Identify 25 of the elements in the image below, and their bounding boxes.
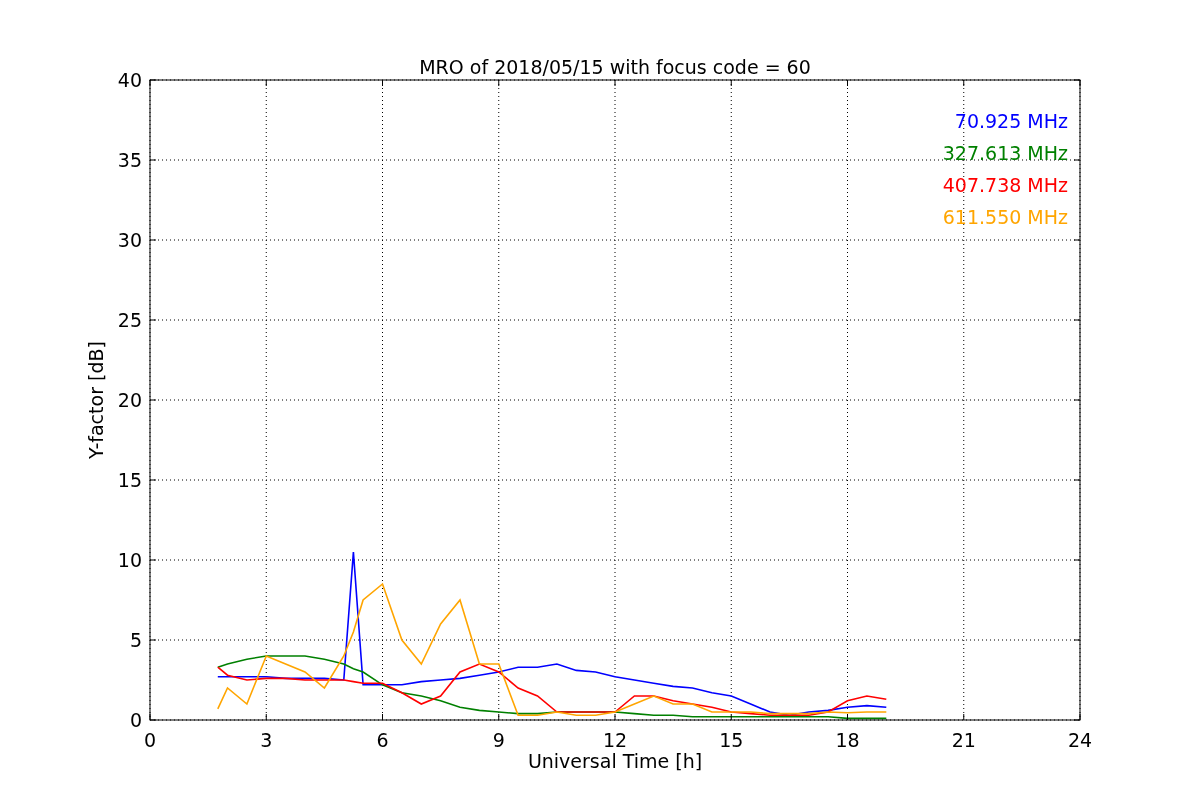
legend-label: 611.550 MHz <box>942 206 1068 228</box>
y-tick-label: 0 <box>129 709 142 731</box>
legend-label: 70.925 MHz <box>954 110 1068 132</box>
x-tick-label: 3 <box>260 729 273 751</box>
y-tick-label: 35 <box>117 149 142 171</box>
y-tick-label: 15 <box>117 469 142 491</box>
x-tick-label: 18 <box>835 729 860 751</box>
y-axis-label: Y-factor [dB] <box>85 341 107 459</box>
x-tick-label: 24 <box>1067 729 1093 751</box>
y-tick-label: 5 <box>129 629 142 651</box>
x-tick-label: 21 <box>951 729 976 751</box>
y-tick-label: 40 <box>117 69 142 91</box>
y-tick-label: 30 <box>117 229 142 251</box>
x-tick-label: 12 <box>602 729 628 751</box>
y-tick-label: 10 <box>117 549 142 571</box>
x-tick-label: 0 <box>143 729 157 751</box>
y-tick-label: 20 <box>117 389 142 411</box>
legend-label: 327.613 MHz <box>942 142 1068 164</box>
x-tick-label: 15 <box>719 729 744 751</box>
y-tick-label: 25 <box>117 309 142 331</box>
x-tick-label: 6 <box>376 729 389 751</box>
chart-title: MRO of 2018/05/15 with focus code = 60 <box>419 56 811 78</box>
x-axis-label: Universal Time [h] <box>527 750 703 772</box>
legend-label: 407.738 MHz <box>942 174 1068 196</box>
x-tick-label: 9 <box>492 729 505 751</box>
